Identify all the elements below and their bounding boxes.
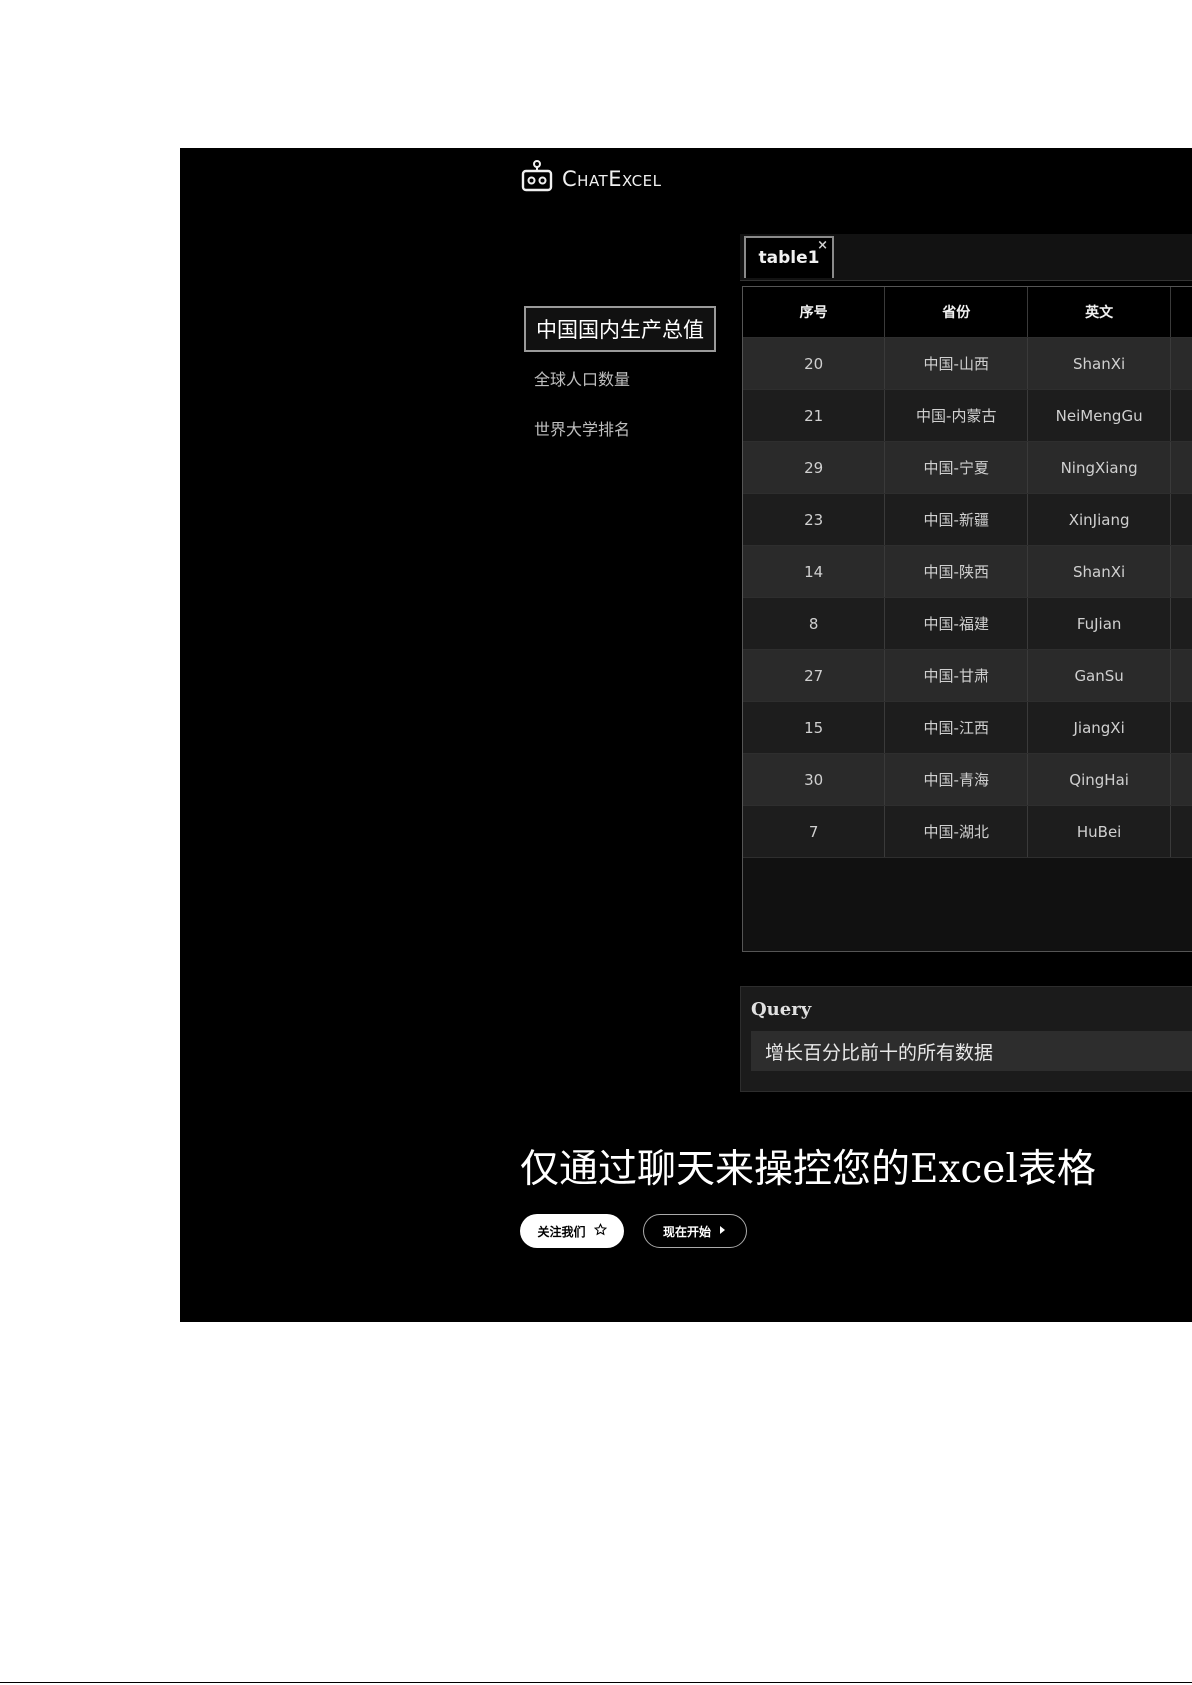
table-cell: [1170, 649, 1192, 702]
table-cell: 中国-陕西: [884, 545, 1029, 598]
app-panel: ChatExcel 中国国内生产总值 全球人口数量 世界大学排名 table1 …: [180, 148, 1192, 1322]
column-header-province[interactable]: 省份: [884, 287, 1029, 338]
table-cell: [1170, 701, 1192, 754]
table-cell: HuBei: [1027, 805, 1172, 858]
table-cell: JiangXi: [1027, 701, 1172, 754]
table-cell: [1170, 805, 1192, 858]
tab-table1[interactable]: table1 ×: [744, 236, 834, 278]
table-header-row: 序号 省份 英文: [743, 287, 1192, 338]
column-header-more[interactable]: [1170, 287, 1192, 338]
table-cell: 8: [743, 597, 886, 650]
column-header-english[interactable]: 英文: [1027, 287, 1172, 338]
nav-item-gdp[interactable]: 中国国内生产总值: [524, 306, 716, 352]
star-outline-icon: [593, 1223, 607, 1239]
table-row[interactable]: 27 中国-甘肃 GanSu: [743, 649, 1192, 702]
table-cell: 21: [743, 389, 886, 442]
nav-item-population[interactable]: 全球人口数量: [524, 360, 640, 396]
query-input[interactable]: [751, 1031, 1192, 1071]
table-cell: [1170, 545, 1192, 598]
tab-bar: table1 ×: [740, 234, 1192, 281]
table-cell: 中国-内蒙古: [884, 389, 1029, 442]
table-cell: NeiMengGu: [1027, 389, 1172, 442]
table-cell: QingHai: [1027, 753, 1172, 806]
close-icon[interactable]: ×: [817, 238, 828, 253]
table-cell: XinJiang: [1027, 493, 1172, 546]
table-row[interactable]: 15 中国-江西 JiangXi: [743, 701, 1192, 754]
tab-label: table1: [758, 248, 820, 268]
table-cell: 30: [743, 753, 886, 806]
table-cell: ShanXi: [1027, 545, 1172, 598]
robot-icon: [520, 160, 554, 198]
table-cell: 14: [743, 545, 886, 598]
query-panel: Query: [740, 986, 1192, 1092]
table-row[interactable]: 8 中国-福建 FuJian: [743, 597, 1192, 650]
table-cell: [1170, 337, 1192, 390]
table-cell: 中国-江西: [884, 701, 1029, 754]
hero-headline: 仅通过聊天来操控您的Excel表格: [520, 1147, 1096, 1192]
follow-us-label: 关注我们: [537, 1224, 586, 1239]
table-cell: [1170, 753, 1192, 806]
table-cell: 中国-甘肃: [884, 649, 1029, 702]
table-cell: NingXiang: [1027, 441, 1172, 494]
table-cell: 7: [743, 805, 886, 858]
table-cell: 27: [743, 649, 886, 702]
table-cell: 中国-山西: [884, 337, 1029, 390]
nav-item-university-ranking[interactable]: 世界大学排名: [524, 410, 640, 446]
table-row[interactable]: 29 中国-宁夏 NingXiang: [743, 441, 1192, 494]
page-divider: [0, 1682, 1192, 1683]
table-row[interactable]: 7 中国-湖北 HuBei: [743, 805, 1192, 858]
data-table: 序号 省份 英文 20 中国-山西 ShanXi 21 中国-内蒙古 NeiMe…: [743, 287, 1192, 858]
table-cell: 23: [743, 493, 886, 546]
table-cell: 中国-新疆: [884, 493, 1029, 546]
data-table-container: 序号 省份 英文 20 中国-山西 ShanXi 21 中国-内蒙古 NeiMe…: [742, 286, 1192, 952]
table-cell: 中国-福建: [884, 597, 1029, 650]
table-cell: GanSu: [1027, 649, 1172, 702]
table-row[interactable]: 23 中国-新疆 XinJiang: [743, 493, 1192, 546]
start-now-label: 现在开始: [662, 1224, 711, 1239]
query-label: Query: [751, 999, 812, 1020]
table-cell: 20: [743, 337, 886, 390]
caret-right-icon: [719, 1224, 727, 1238]
follow-us-button[interactable]: 关注我们: [520, 1214, 624, 1248]
table-row[interactable]: 30 中国-青海 QingHai: [743, 753, 1192, 806]
app-logo[interactable]: ChatExcel: [520, 160, 661, 198]
table-cell: [1170, 389, 1192, 442]
table-cell: 中国-宁夏: [884, 441, 1029, 494]
table-cell: 15: [743, 701, 886, 754]
table-cell: FuJian: [1027, 597, 1172, 650]
start-now-button[interactable]: 现在开始: [643, 1214, 747, 1248]
table-cell: 中国-湖北: [884, 805, 1029, 858]
table-cell: 中国-青海: [884, 753, 1029, 806]
table-cell: [1170, 441, 1192, 494]
logo-text: ChatExcel: [562, 167, 662, 191]
table-cell: [1170, 597, 1192, 650]
column-header-index[interactable]: 序号: [743, 287, 886, 338]
table-row[interactable]: 14 中国-陕西 ShanXi: [743, 545, 1192, 598]
table-row[interactable]: 20 中国-山西 ShanXi: [743, 337, 1192, 390]
table-row[interactable]: 21 中国-内蒙古 NeiMengGu: [743, 389, 1192, 442]
dataset-nav: 中国国内生产总值 全球人口数量 世界大学排名: [524, 306, 764, 460]
table-cell: ShanXi: [1027, 337, 1172, 390]
table-cell: [1170, 493, 1192, 546]
table-cell: 29: [743, 441, 886, 494]
